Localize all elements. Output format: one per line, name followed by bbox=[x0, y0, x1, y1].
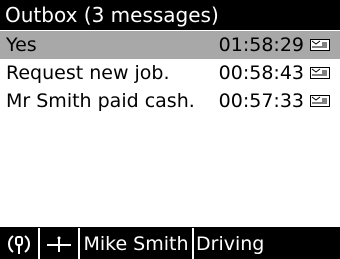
driver-state-segment[interactable]: Driving bbox=[194, 228, 340, 259]
message-time: 00:58:43 bbox=[218, 62, 304, 84]
message-time: 00:57:33 bbox=[218, 90, 304, 112]
message-time: 01:58:29 bbox=[218, 34, 304, 56]
device-screen: Outbox (3 messages) Yes 01:58:29 Request… bbox=[0, 0, 340, 259]
message-subject: Mr Smith paid cash. bbox=[6, 90, 195, 112]
message-list: Yes 01:58:29 Request new job. 00:58:43 M… bbox=[0, 31, 340, 227]
message-subject: Yes bbox=[6, 34, 37, 56]
driver-state: Driving bbox=[196, 232, 265, 255]
gps-signal-icon[interactable] bbox=[0, 228, 40, 259]
page-title: Outbox (3 messages) bbox=[0, 0, 340, 30]
message-subject: Request new job. bbox=[6, 62, 170, 84]
driver-name-segment[interactable]: Mike Smith bbox=[80, 228, 194, 259]
driver-name: Mike Smith bbox=[83, 232, 189, 255]
status-bar: Mike Smith Driving bbox=[0, 228, 340, 259]
message-row[interactable]: Yes 01:58:29 bbox=[0, 31, 340, 59]
message-row[interactable]: Mr Smith paid cash. 00:57:33 bbox=[0, 87, 340, 115]
envelope-icon bbox=[310, 95, 330, 107]
envelope-icon bbox=[310, 39, 330, 51]
message-row[interactable]: Request new job. 00:58:43 bbox=[0, 59, 340, 87]
antenna-icon[interactable] bbox=[40, 228, 80, 259]
envelope-icon bbox=[310, 67, 330, 79]
